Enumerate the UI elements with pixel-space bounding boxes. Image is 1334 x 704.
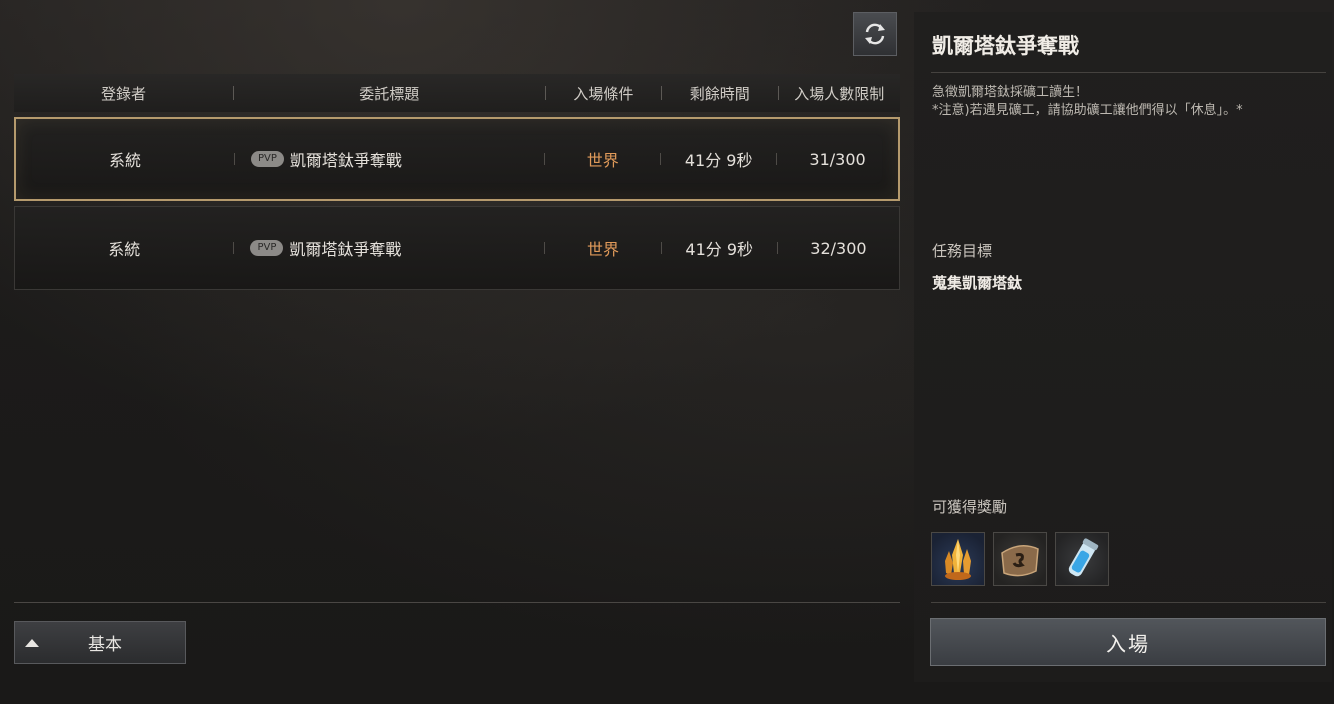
row-title-cell: PVP 凱爾塔鈦爭奪戰 bbox=[234, 236, 544, 260]
refresh-button[interactable] bbox=[853, 12, 897, 56]
panel-description: 急徵凱爾塔鈦採礦工讀生！ *注意)若遇見礦工，請協助礦工讓他們得以「休息」。* bbox=[932, 84, 1322, 120]
description-line: *注意)若遇見礦工，請協助礦工讓他們得以「休息」。* bbox=[932, 103, 1243, 118]
row-condition: 世界 bbox=[587, 240, 620, 259]
header-entry-limit[interactable]: 入場人數限制 bbox=[779, 83, 900, 104]
panel-divider bbox=[931, 72, 1326, 73]
row-registrant: 系統 bbox=[108, 240, 141, 259]
reward-slot[interactable] bbox=[931, 532, 985, 586]
reward-heading: 可獲得獎勵 bbox=[932, 498, 1008, 516]
header-registrant[interactable]: 登錄者 bbox=[14, 83, 233, 104]
enter-button[interactable]: 入場 bbox=[930, 618, 1326, 666]
refresh-icon bbox=[865, 23, 885, 45]
mode-toggle-button[interactable]: 基本 bbox=[14, 621, 186, 664]
header-remaining-time[interactable]: 剩餘時間 bbox=[662, 83, 777, 104]
row-entry-limit: 31/300 bbox=[809, 149, 866, 169]
detail-panel: 凱爾塔鈦爭奪戰 急徵凱爾塔鈦採礦工讀生！ *注意)若遇見礦工，請協助礦工讓他們得… bbox=[914, 12, 1332, 682]
row-entry-limit: 32/300 bbox=[810, 238, 867, 258]
goal-text: 蒐集凱爾塔鈦 bbox=[932, 274, 1023, 292]
row-title: 凱爾塔鈦爭奪戰 bbox=[289, 151, 402, 170]
description-line: 急徵凱爾塔鈦採礦工讀生！ bbox=[932, 85, 1089, 100]
row-condition: 世界 bbox=[586, 151, 619, 170]
header-title[interactable]: 委託標題 bbox=[234, 83, 545, 104]
header-condition[interactable]: 入場條件 bbox=[546, 83, 661, 104]
table-row[interactable]: 系統 PVP 凱爾塔鈦爭奪戰 世界 41分 9秒 31/300 bbox=[14, 117, 900, 201]
crystal-cluster-icon bbox=[945, 539, 971, 580]
row-registrant: 系統 bbox=[108, 151, 141, 170]
row-remaining-time: 41分 9秒 bbox=[685, 240, 754, 259]
request-board-screen: 登錄者 委託標題 入場條件 剩餘時間 入場人數限制 系統 PVP 凱爾塔鈦爭奪戰… bbox=[0, 0, 1334, 704]
goal-heading: 任務目標 bbox=[932, 242, 993, 260]
pvp-badge: PVP bbox=[250, 151, 284, 167]
panel-title: 凱爾塔鈦爭奪戰 bbox=[932, 34, 1079, 58]
table-header: 登錄者 委託標題 入場條件 剩餘時間 入場人數限制 bbox=[14, 74, 900, 112]
reward-slot[interactable] bbox=[993, 532, 1047, 586]
panel-divider bbox=[931, 602, 1326, 603]
caret-up-icon bbox=[25, 638, 39, 647]
row-title: 凱爾塔鈦爭奪戰 bbox=[289, 240, 402, 259]
row-title-cell: PVP 凱爾塔鈦爭奪戰 bbox=[235, 147, 544, 171]
reward-slot[interactable] bbox=[1055, 532, 1109, 586]
potion-vial-icon bbox=[1068, 538, 1099, 577]
row-remaining-time: 41分 9秒 bbox=[684, 151, 753, 170]
mode-label: 基本 bbox=[88, 635, 122, 655]
pvp-badge: PVP bbox=[250, 240, 284, 256]
list-footer-divider bbox=[14, 602, 900, 603]
table-row[interactable]: 系統 PVP 凱爾塔鈦爭奪戰 世界 41分 9秒 32/300 bbox=[14, 206, 900, 290]
leather-pouch-icon bbox=[1001, 545, 1039, 577]
